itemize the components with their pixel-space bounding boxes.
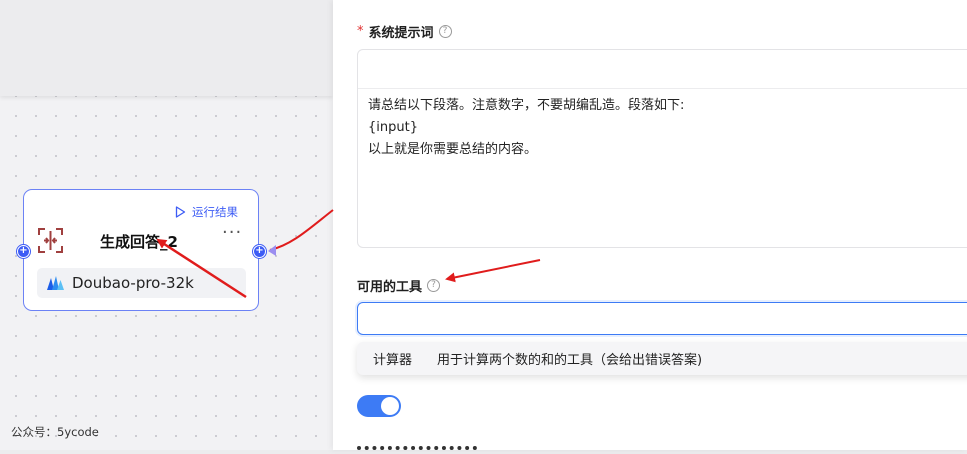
model-name: Doubao-pro-32k xyxy=(72,274,194,292)
more-options-icon[interactable]: ··· xyxy=(222,222,242,243)
required-mark: * xyxy=(357,24,364,39)
prompt-line: 请总结以下段落。注意数字，不要胡编乱造。段落如下: xyxy=(368,98,685,113)
run-result-label: 运行结果 xyxy=(192,205,238,219)
tools-select-input[interactable] xyxy=(357,302,967,335)
tool-option-name: 计算器 xyxy=(373,353,413,368)
system-prompt-label-text: 系统提示词 xyxy=(368,26,434,41)
doubao-logo-icon xyxy=(47,276,64,290)
llm-node-icon xyxy=(38,228,63,253)
prompt-line: 以上就是你需要总结的内容。 xyxy=(368,142,538,157)
watermark-text: 公众号：5ycode xyxy=(11,425,99,439)
play-icon xyxy=(175,206,186,218)
available-tools-label: 可用的工具 ? xyxy=(357,276,441,295)
node-title: 生成回答_2 xyxy=(100,233,178,251)
toggle-knob xyxy=(381,397,399,415)
canvas-toolbar-area xyxy=(0,0,333,96)
system-prompt-editor[interactable]: 请总结以下段落。注意数字，不要胡编乱造。段落如下: {input} 以上就是你需… xyxy=(357,49,967,248)
next-field-label-partial xyxy=(357,440,487,454)
run-result-button[interactable]: 运行结果 xyxy=(175,204,238,220)
system-prompt-text[interactable]: 请总结以下段落。注意数字，不要胡编乱造。段落如下: {input} 以上就是你需… xyxy=(368,95,684,161)
prompt-line: {input} xyxy=(368,120,418,135)
feature-toggle-switch[interactable] xyxy=(357,395,401,417)
prompt-editor-toolbar xyxy=(358,50,967,89)
tool-option-description: 用于计算两个数的和的工具（会给出错误答案) xyxy=(437,353,703,368)
node-output-port[interactable]: + xyxy=(253,245,266,258)
help-icon[interactable]: ? xyxy=(438,25,452,38)
system-prompt-label: * 系统提示词 ? xyxy=(357,22,452,41)
node-input-port[interactable]: + xyxy=(17,245,30,258)
tool-option-calculator[interactable]: 计算器 用于计算两个数的和的工具（会给出错误答案) xyxy=(357,342,967,375)
available-tools-label-text: 可用的工具 xyxy=(357,280,423,295)
help-icon[interactable]: ? xyxy=(427,279,441,292)
model-selector[interactable]: Doubao-pro-32k xyxy=(37,268,246,298)
